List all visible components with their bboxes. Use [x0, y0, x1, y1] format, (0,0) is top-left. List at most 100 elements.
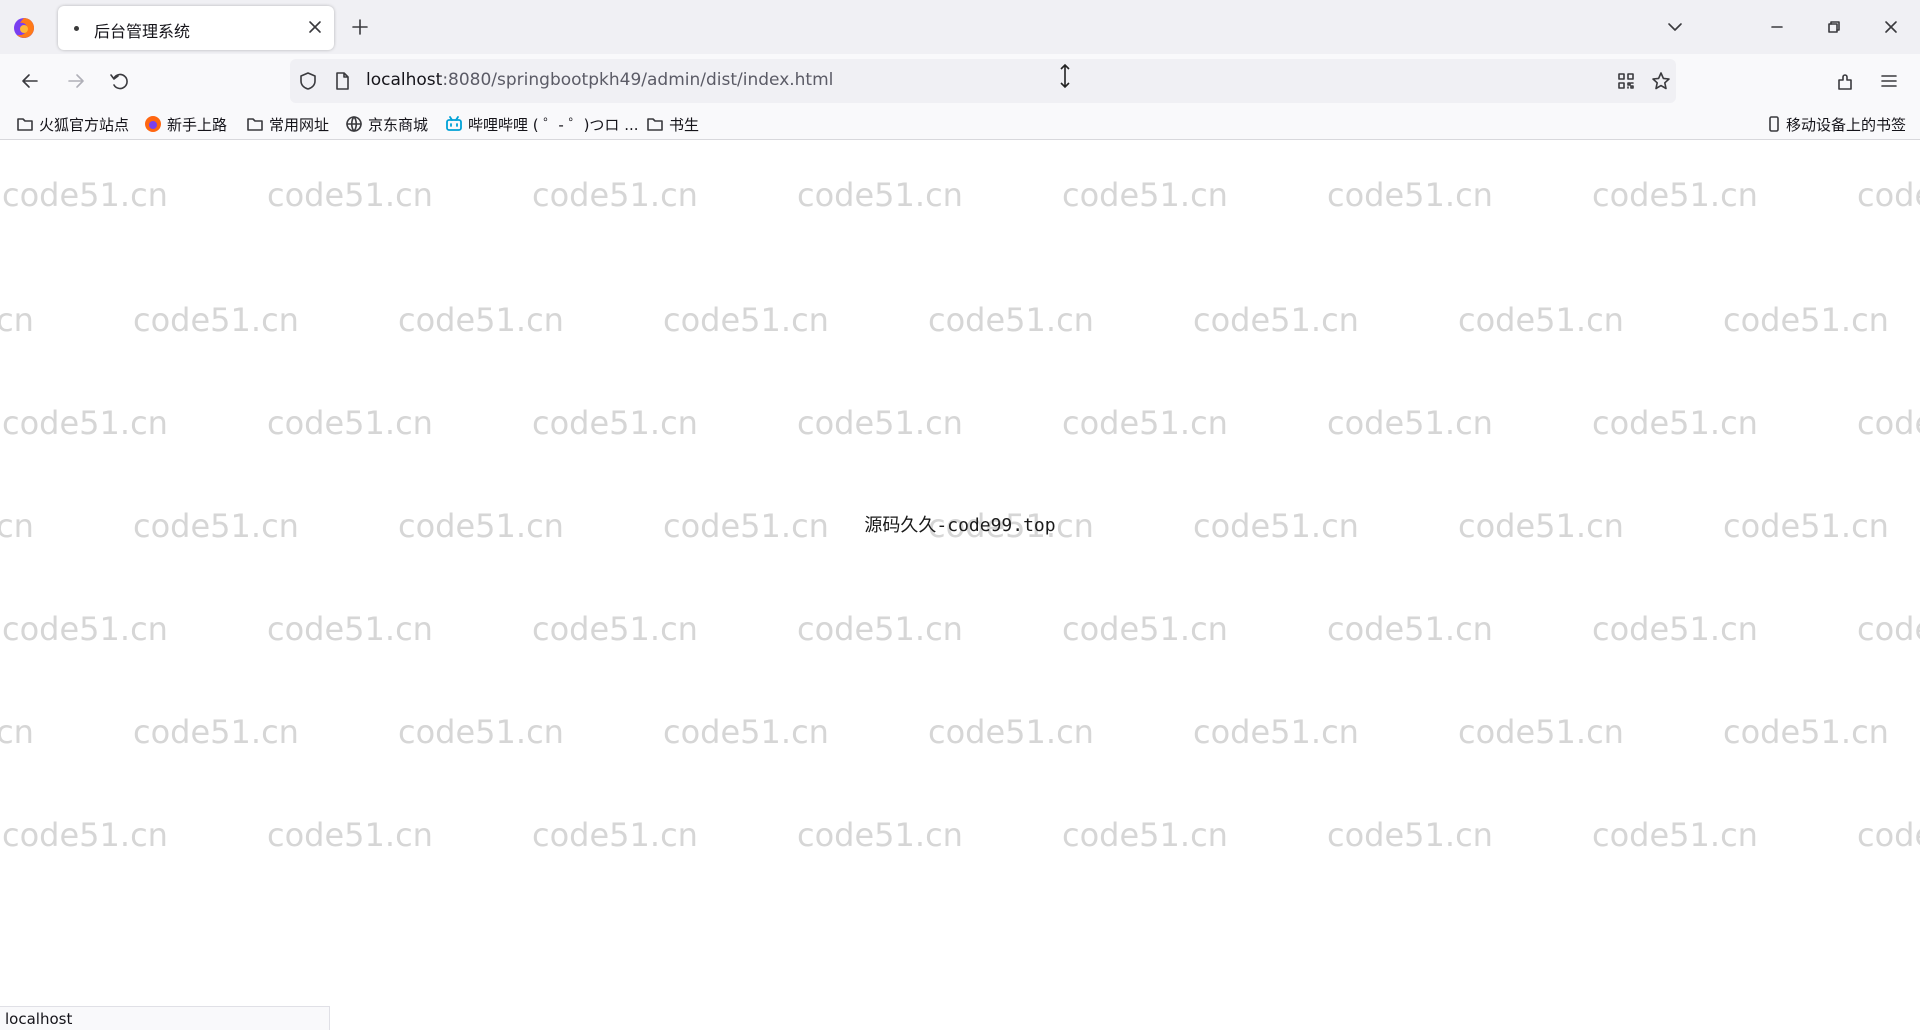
- bookmark-label: 书生: [669, 115, 700, 134]
- firefox-icon: [145, 116, 161, 132]
- watermark-text: code51.cn: [133, 301, 299, 339]
- bookmark-item[interactable]: 常用网址: [246, 113, 329, 135]
- firefox-logo-icon[interactable]: [13, 17, 35, 39]
- watermark-text: code51.cn: [1857, 176, 1920, 214]
- folder-icon: [247, 118, 263, 131]
- bookmark-item[interactable]: 新手上路: [144, 113, 227, 135]
- watermark-text: code51.cn: [663, 301, 829, 339]
- bookmark-label: 火狐官方站点: [39, 115, 130, 134]
- watermark-text: code51.cn: [532, 176, 698, 214]
- watermark-text: code51.cn: [1062, 404, 1228, 442]
- watermark-text: code51.cn: [0, 713, 34, 751]
- watermark-text: code51.cn: [532, 816, 698, 854]
- watermark-row: code51.cn code51.cn code51.cn code51.cn code…: [0, 176, 1920, 216]
- watermark-text: code51.cn: [1062, 816, 1228, 854]
- watermark-text: code51.cn: [1327, 610, 1493, 648]
- watermark-text: code51.cn: [663, 713, 829, 751]
- watermark-text: code51.cn: [1592, 816, 1758, 854]
- folder-icon: [647, 118, 663, 131]
- watermark-text: code51.cn: [1327, 816, 1493, 854]
- watermark-text: code51.cn: [1857, 404, 1920, 442]
- watermark-text: code51.cn: [1062, 610, 1228, 648]
- bookmark-label: 常用网址: [269, 115, 330, 134]
- tab-strip: 后台管理系统: [0, 0, 1920, 54]
- watermark-text: code51.cn: [2, 816, 168, 854]
- watermark-text: code51.cn: [267, 404, 433, 442]
- bookmark-item[interactable]: 书生: [646, 113, 699, 135]
- mobile-bookmarks[interactable]: 移动设备上的书签: [1767, 113, 1906, 135]
- watermark-text: code51.cn: [1592, 610, 1758, 648]
- watermark-text: code51.cn: [532, 404, 698, 442]
- bookmark-label: 哔哩哔哩 ( ゜- ゜)つロ ...: [468, 115, 639, 134]
- minimize-icon[interactable]: [1764, 14, 1790, 40]
- text-cursor-icon: [1060, 63, 1070, 89]
- bookmark-item[interactable]: 京东商城: [345, 113, 428, 135]
- active-tab[interactable]: 后台管理系统: [58, 6, 334, 50]
- center-text: 源码久久-code99.top: [864, 515, 1056, 536]
- watermark-text: code51.cn: [267, 610, 433, 648]
- mobile-device-icon: [1769, 116, 1779, 132]
- watermark-text: code51.cn: [398, 713, 564, 751]
- tab-indicator-icon: [74, 26, 79, 31]
- watermark-row: code51.cn code51.cn code51.cn code51.cn code…: [0, 404, 1920, 444]
- page-info-icon[interactable]: [332, 71, 352, 91]
- qr-code-icon[interactable]: [1616, 71, 1636, 91]
- watermark-text: code51.cn: [2, 404, 168, 442]
- watermark-row: code51.cn code51.cn code51.cn code51.cn code…: [0, 610, 1920, 650]
- bookmark-star-icon[interactable]: [1651, 71, 1671, 91]
- watermark-text: code51.cn: [1193, 713, 1359, 751]
- watermark-text: code51.cn: [797, 610, 963, 648]
- watermark-text: code51.cn: [1062, 176, 1228, 214]
- watermark-text: code51.cn: [797, 176, 963, 214]
- watermark-text: code51.cn: [267, 816, 433, 854]
- watermark-text: code51.cn: [1723, 301, 1889, 339]
- close-window-icon[interactable]: [1878, 14, 1904, 40]
- list-tabs-icon[interactable]: [1662, 14, 1688, 40]
- watermark-text: code51.cn: [1857, 816, 1920, 854]
- watermark-text: code51.cn: [1592, 404, 1758, 442]
- watermark-text: code51.cn: [2, 610, 168, 648]
- watermark-text: code51.cn: [928, 713, 1094, 751]
- watermark-text: code51.cn: [267, 176, 433, 214]
- bookmark-item[interactable]: 哔哩哔哩 ( ゜- ゜)つロ ...: [445, 113, 639, 135]
- url-host: localhost: [366, 70, 443, 90]
- navigation-toolbar: localhost:8080/springbootpkh49/admin/dis…: [0, 54, 1920, 108]
- mobile-bookmarks-label: 移动设备上的书签: [1786, 115, 1907, 134]
- restore-icon[interactable]: [1821, 14, 1847, 40]
- watermark-text: code51.cn: [797, 404, 963, 442]
- watermark-text: code51.cn: [0, 301, 34, 339]
- shield-icon[interactable]: [298, 71, 318, 91]
- watermark-text: code51.cn: [1592, 176, 1758, 214]
- tab-title: 后台管理系统: [94, 22, 191, 41]
- folder-icon: [17, 118, 33, 131]
- forward-arrow-icon[interactable]: [62, 67, 90, 95]
- new-tab-icon[interactable]: [348, 15, 372, 39]
- bookmark-label: 京东商城: [368, 115, 429, 134]
- watermark-text: code51.cn: [133, 713, 299, 751]
- watermark-text: code51.cn: [2, 176, 168, 214]
- url-path: :8080/springbootpkh49/admin/dist/index.h…: [442, 70, 834, 90]
- status-bar: localhost: [0, 1006, 330, 1030]
- close-tab-icon[interactable]: [304, 16, 326, 38]
- watermark-text: code51.cn: [1327, 176, 1493, 214]
- watermark-text: code51.cn: [928, 301, 1094, 339]
- reload-icon[interactable]: [106, 67, 134, 95]
- watermark-row: code51.cn code51.cn code51.cn code51.cn code…: [0, 816, 1920, 856]
- watermark-text: code51.cn: [1458, 713, 1624, 751]
- extensions-icon[interactable]: [1831, 67, 1859, 95]
- bookmark-item[interactable]: 火狐官方站点: [16, 113, 129, 135]
- back-arrow-icon[interactable]: [16, 67, 44, 95]
- watermark-text: code51.cn: [532, 610, 698, 648]
- watermark-text: code51.cn: [1327, 404, 1493, 442]
- bookmarks-toolbar: 火狐官方站点 新手上路 常用网址 京东商城 哔哩哔哩 ( ゜- ゜)つロ ...…: [0, 108, 1920, 140]
- bilibili-icon: [446, 116, 462, 131]
- url-text[interactable]: localhost:8080/springbootpkh49/admin/dis…: [366, 70, 833, 90]
- globe-icon: [346, 116, 362, 132]
- bookmark-label: 新手上路: [167, 115, 228, 134]
- page-content: code51.cn code51.cn code51.cn code51.cn code…: [0, 141, 1920, 1030]
- watermark-row: code51.cn code51.cn code51.cn code51.cn code…: [0, 301, 1920, 341]
- address-bar[interactable]: localhost:8080/springbootpkh49/admin/dis…: [290, 59, 1676, 103]
- menu-icon[interactable]: [1875, 67, 1903, 95]
- watermark-text: code51.cn: [1857, 610, 1920, 648]
- watermark-text: code51.cn: [398, 301, 564, 339]
